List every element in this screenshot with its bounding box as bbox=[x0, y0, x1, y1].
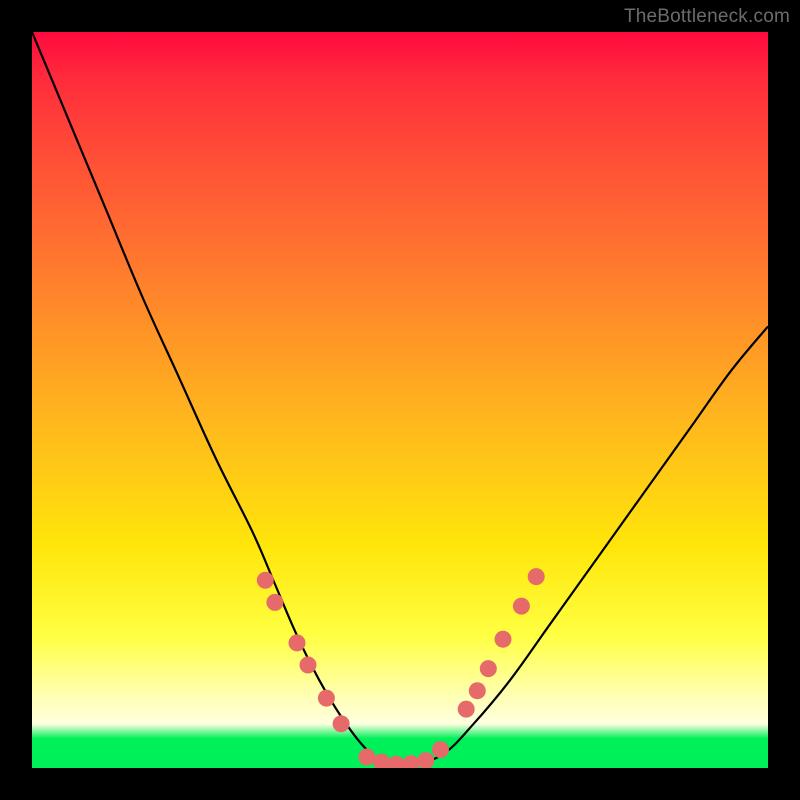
dot-right-low-1 bbox=[432, 741, 449, 758]
bottleneck-curve bbox=[32, 32, 768, 766]
chart-svg bbox=[32, 32, 768, 768]
dot-left-upper-1 bbox=[257, 572, 274, 589]
dot-right-mid-1 bbox=[458, 701, 475, 718]
dot-right-upper-3 bbox=[528, 568, 545, 585]
plot-area bbox=[32, 32, 768, 768]
dot-left-mid-2 bbox=[300, 657, 317, 674]
data-dots bbox=[257, 568, 545, 768]
dot-bottom-2 bbox=[373, 754, 390, 768]
watermark-text: TheBottleneck.com bbox=[624, 6, 790, 28]
dot-bottom-3 bbox=[388, 756, 405, 768]
dot-right-upper-2 bbox=[513, 598, 530, 615]
dot-left-low-1 bbox=[318, 690, 335, 707]
dot-right-upper-1 bbox=[495, 631, 512, 648]
chart-frame: TheBottleneck.com bbox=[0, 0, 800, 800]
dot-left-mid-1 bbox=[289, 634, 306, 651]
dot-bottom-1 bbox=[358, 749, 375, 766]
dot-bottom-4 bbox=[403, 755, 420, 768]
dot-left-upper-2 bbox=[266, 594, 283, 611]
dot-bottom-5 bbox=[417, 752, 434, 768]
dot-right-mid-2 bbox=[469, 682, 486, 699]
dot-right-mid-3 bbox=[480, 660, 497, 677]
dot-left-low-2 bbox=[333, 715, 350, 732]
